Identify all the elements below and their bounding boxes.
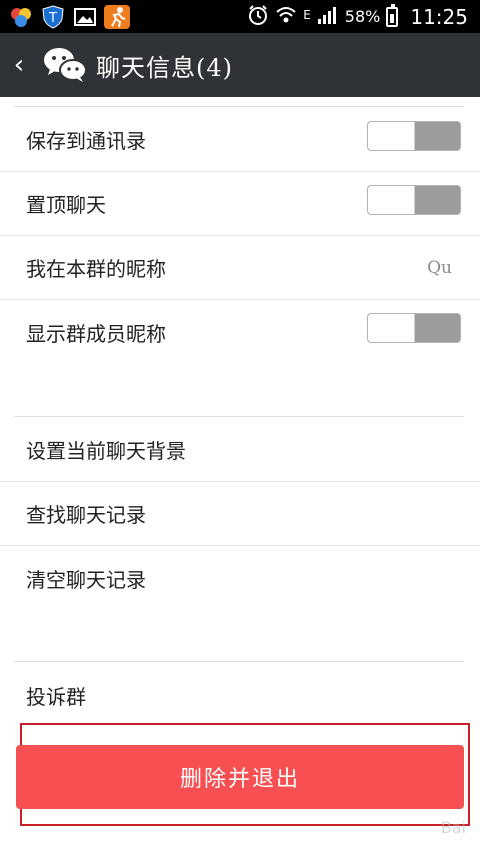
pin-chat-toggle[interactable] bbox=[367, 185, 461, 215]
signal-icon bbox=[317, 5, 339, 29]
color-balls-icon bbox=[8, 5, 34, 29]
battery-icon bbox=[386, 3, 399, 27]
chat-info-screen: T E 58% 11:25 ‹ 聊天信息(4) 保存到通讯录 置顶聊天 我在本群… bbox=[0, 0, 480, 853]
delete-and-exit-button[interactable]: 删除并退出 bbox=[16, 745, 464, 809]
action-bar: ‹ 聊天信息(4) bbox=[0, 33, 480, 97]
settings-group-2: 设置当前聊天背景 查找聊天记录 清空聊天记录 bbox=[0, 418, 480, 610]
status-bar: T E 58% 11:25 bbox=[0, 0, 480, 33]
row-label: 置顶聊天 bbox=[26, 193, 106, 217]
row-clear-chat-history[interactable]: 清空聊天记录 bbox=[0, 546, 480, 610]
row-pin-chat[interactable]: 置顶聊天 bbox=[0, 172, 480, 236]
settings-group-1: 保存到通讯录 置顶聊天 我在本群的昵称 Qu 显示群成员昵称 bbox=[0, 108, 480, 364]
row-label: 保存到通讯录 bbox=[26, 129, 146, 153]
divider bbox=[14, 661, 464, 662]
alarm-icon bbox=[247, 4, 269, 30]
running-app-icon bbox=[104, 4, 130, 29]
row-label: 清空聊天记录 bbox=[26, 567, 146, 592]
row-label: 设置当前聊天背景 bbox=[26, 439, 186, 463]
toggle-knob bbox=[368, 122, 415, 150]
divider bbox=[14, 416, 464, 417]
row-label: 我在本群的昵称 bbox=[26, 257, 166, 281]
shield-t-icon: T bbox=[40, 4, 66, 29]
wifi-icon bbox=[275, 5, 297, 29]
row-search-chat-history[interactable]: 查找聊天记录 bbox=[0, 482, 480, 546]
wechat-logo-icon bbox=[42, 45, 88, 85]
row-label: 显示群成员昵称 bbox=[26, 321, 166, 346]
save-to-contacts-toggle[interactable] bbox=[367, 121, 461, 151]
row-show-member-nicknames[interactable]: 显示群成员昵称 bbox=[0, 300, 480, 364]
row-save-to-contacts[interactable]: 保存到通讯录 bbox=[0, 108, 480, 172]
status-bar-app-icons: T bbox=[0, 4, 130, 29]
baidu-watermark: Bai bbox=[356, 809, 466, 845]
settings-group-3: 投诉群 bbox=[0, 663, 480, 727]
toggle-knob bbox=[368, 314, 415, 342]
row-label: 投诉群 bbox=[26, 684, 86, 709]
toggle-knob bbox=[368, 186, 415, 214]
divider bbox=[14, 106, 464, 107]
watermark-text: Bai bbox=[440, 817, 466, 837]
clock: 11:25 bbox=[410, 4, 468, 29]
row-report-group[interactable]: 投诉群 bbox=[0, 663, 480, 727]
network-type-label: E bbox=[303, 7, 311, 22]
chevron-left-icon[interactable]: ‹ bbox=[4, 33, 34, 97]
page-title: 聊天信息(4) bbox=[96, 53, 233, 82]
nickname-value: Qu bbox=[427, 257, 452, 278]
row-set-chat-background[interactable]: 设置当前聊天背景 bbox=[0, 418, 480, 482]
show-member-nicknames-toggle[interactable] bbox=[367, 313, 461, 343]
gallery-icon bbox=[72, 5, 98, 29]
status-bar-system: E 58% 11:25 bbox=[247, 3, 480, 30]
row-label: 查找聊天记录 bbox=[26, 503, 146, 527]
svg-text:T: T bbox=[48, 11, 57, 26]
battery-percent: 58% bbox=[344, 7, 381, 26]
row-my-group-nickname[interactable]: 我在本群的昵称 Qu bbox=[0, 236, 480, 300]
